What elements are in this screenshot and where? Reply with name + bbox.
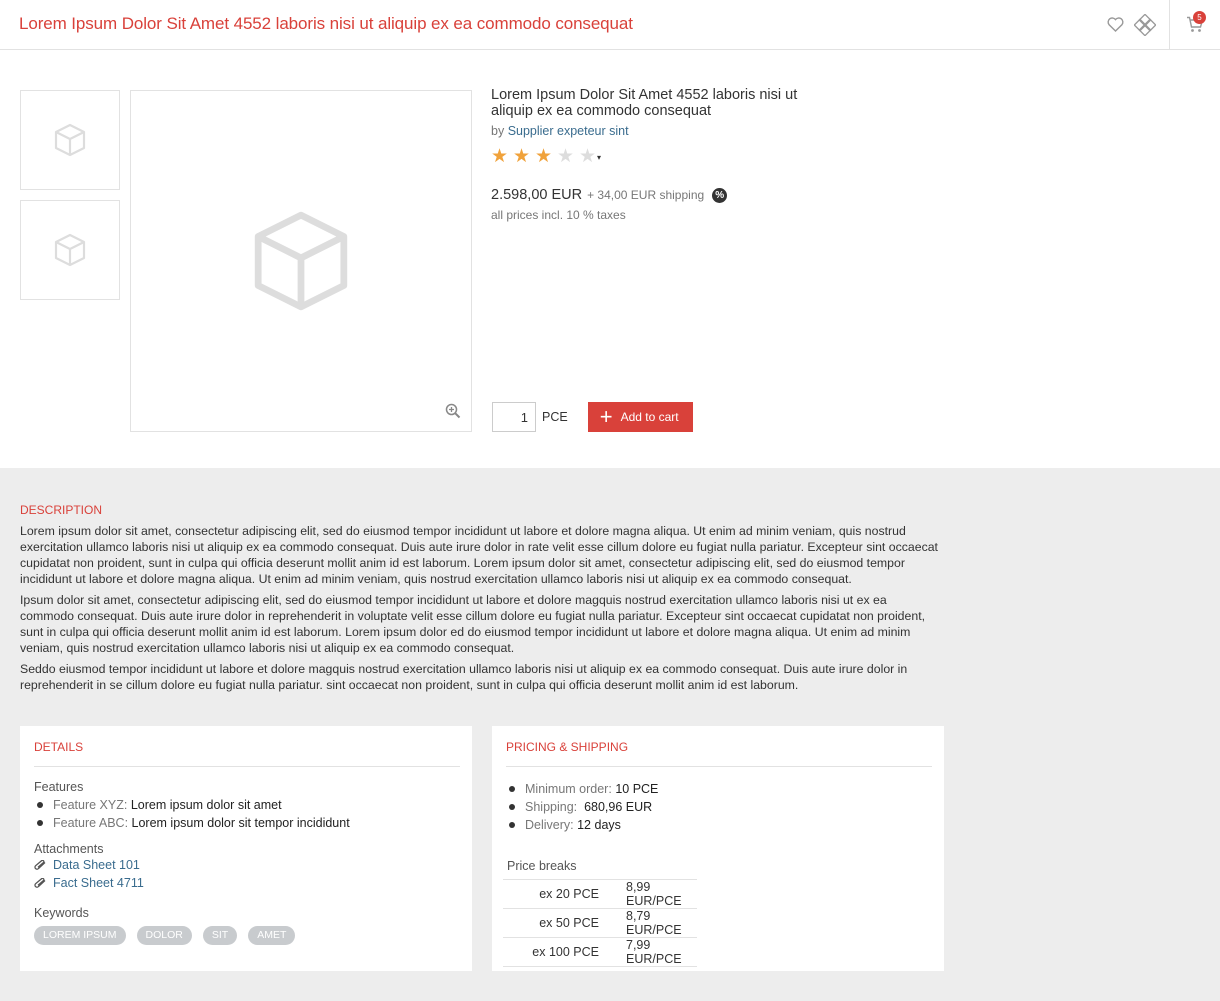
keyword-tag[interactable]: SIT [202,926,238,945]
chevron-down-icon[interactable]: ▾ [597,153,601,162]
pricing-heading: PRICING & SHIPPING [506,740,629,754]
table-row: ex 50 PCE 8,79 EUR/PCE [503,908,697,938]
add-to-cart-button[interactable]: + Add to cart [587,402,693,432]
heart-icon [1106,17,1124,32]
cart-button[interactable]: 5 [1170,0,1220,49]
break-qty: ex 100 PCE [503,937,599,967]
star-icon: ★ [535,146,553,167]
header-actions: 5 [1100,0,1220,49]
page-title: Lorem Ipsum Dolor Sit Amet 4552 laboris … [19,14,633,33]
list-item: Feature ABC: Lorem ipsum dolor sit tempo… [34,814,459,832]
zoom-button[interactable] [445,403,461,422]
description-heading: DESCRIPTION [20,503,103,517]
price-breaks-table: ex 20 PCE 8,99 EUR/PCE ex 50 PCE 8,79 EUR/… [503,879,697,967]
break-qty: ex 20 PCE [503,879,599,909]
break-price: 8,99 EUR/PCE [599,879,697,909]
keyword-tag[interactable]: LOREM IPSUM [34,926,126,945]
top-bar: Lorem Ipsum Dolor Sit Amet 4552 laboris … [0,0,1220,50]
rating-stars[interactable]: ★ ★ ★ ★ ★ ▾ [491,147,811,167]
features-label: Features [34,780,84,794]
attachment-item: Data Sheet 101 [34,856,459,874]
features-list: Feature XYZ: Lorem ipsum dolor sit amet … [34,796,459,832]
add-to-cart-label: Add to cart [620,410,679,424]
plus-icon: + [599,404,613,429]
box-placeholder-icon [54,233,86,267]
shipping-cost: + 34,00 EUR shipping [587,188,705,202]
pricing-value: 10 PCE [615,782,659,796]
thumbnail-2[interactable] [20,200,120,300]
tax-info-icon[interactable]: % [712,187,728,203]
supplier-link[interactable]: Supplier expeteur sint [508,124,629,138]
keyword-tags: LOREM IPSUM DOLOR SIT AMET [34,926,459,945]
list-item: Feature XYZ: Lorem ipsum dolor sit amet [34,796,459,814]
pricing-key: Minimum order: [525,782,612,796]
main-product-image[interactable] [130,90,472,432]
break-qty: ex 50 PCE [503,908,599,938]
quantity-input[interactable] [492,402,536,432]
quantity-unit: PCE [542,410,568,424]
pricing-card: PRICING & SHIPPING Minimum order: 10 PCE… [492,726,944,971]
feature-key: Feature ABC: [53,816,129,830]
pricing-value: 12 days [577,818,621,832]
price-breaks-label: Price breaks [507,859,577,873]
price-row: 2.598,00 EUR + 34,00 EUR shipping % [491,187,811,203]
star-icon: ★ [557,146,575,167]
box-placeholder-icon [54,123,86,157]
paperclip-icon [34,860,46,870]
star-icon: ★ [491,146,509,167]
compare-button[interactable] [1130,0,1160,49]
table-row: ex 100 PCE 7,99 EUR/PCE [503,937,697,967]
compare-icon [1134,13,1156,36]
product-info: Lorem Ipsum Dolor Sit Amet 4552 laboris … [491,87,811,222]
pricing-list: Minimum order: 10 PCE Shipping: 680,96 E… [506,780,931,834]
attachment-item: Fact Sheet 4711 [34,874,459,892]
list-item: Shipping: 680,96 EUR [506,798,931,816]
product-section: Lorem Ipsum Dolor Sit Amet 4552 laboris … [0,50,1220,468]
pricing-key: Delivery: [525,818,574,832]
thumbnail-1[interactable] [20,90,120,190]
break-price: 7,99 EUR/PCE [599,937,697,967]
cart-count-badge: 5 [1193,11,1206,24]
pricing-value: 680,96 EUR [584,800,653,814]
keyword-tag[interactable]: AMET [248,926,296,945]
divider [506,766,932,767]
list-item: Minimum order: 10 PCE [506,780,931,798]
list-item: Delivery: 12 days [506,816,931,834]
paperclip-icon [34,878,46,888]
attachment-link[interactable]: Data Sheet 101 [53,856,140,874]
product-price: 2.598,00 EUR [491,187,583,203]
wishlist-button[interactable] [1100,0,1130,49]
description-paragraph: Ipsum dolor sit amet, consectetur adipis… [20,593,926,655]
product-title: Lorem Ipsum Dolor Sit Amet 4552 laboris … [491,87,798,119]
break-price: 8,79 EUR/PCE [599,908,697,938]
buy-box: PCE + Add to cart [492,402,693,432]
keyword-tag[interactable]: DOLOR [136,926,192,945]
description-paragraph: Seddo eiusmod tempor incididunt ut labor… [20,662,908,692]
feature-key: Feature XYZ: [53,798,128,812]
keywords-label: Keywords [34,906,89,920]
divider [34,766,460,767]
details-card: DETAILS Features Feature XYZ: Lorem ipsu… [20,726,472,971]
star-icon: ★ [513,146,531,167]
zoom-in-icon [445,403,461,419]
feature-value: Lorem ipsum dolor sit tempor incididunt [131,816,350,830]
attachment-link[interactable]: Fact Sheet 4711 [53,874,144,892]
description-section: DESCRIPTION Lorem ipsum dolor sit amet, … [20,503,940,693]
by-label: by [491,124,505,138]
supplier-line: by Supplier expeteur sint [491,124,811,138]
attachments-label: Attachments [34,842,104,856]
description-paragraph: Lorem ipsum dolor sit amet, consectetur … [20,524,938,586]
details-heading: DETAILS [34,740,84,754]
feature-value: Lorem ipsum dolor sit amet [130,798,282,812]
table-row: ex 20 PCE 8,99 EUR/PCE [503,879,697,909]
box-placeholder-icon [254,211,348,311]
pricing-key: Shipping: [525,800,578,814]
taxes-note: all prices incl. 10 % taxes [491,208,626,222]
